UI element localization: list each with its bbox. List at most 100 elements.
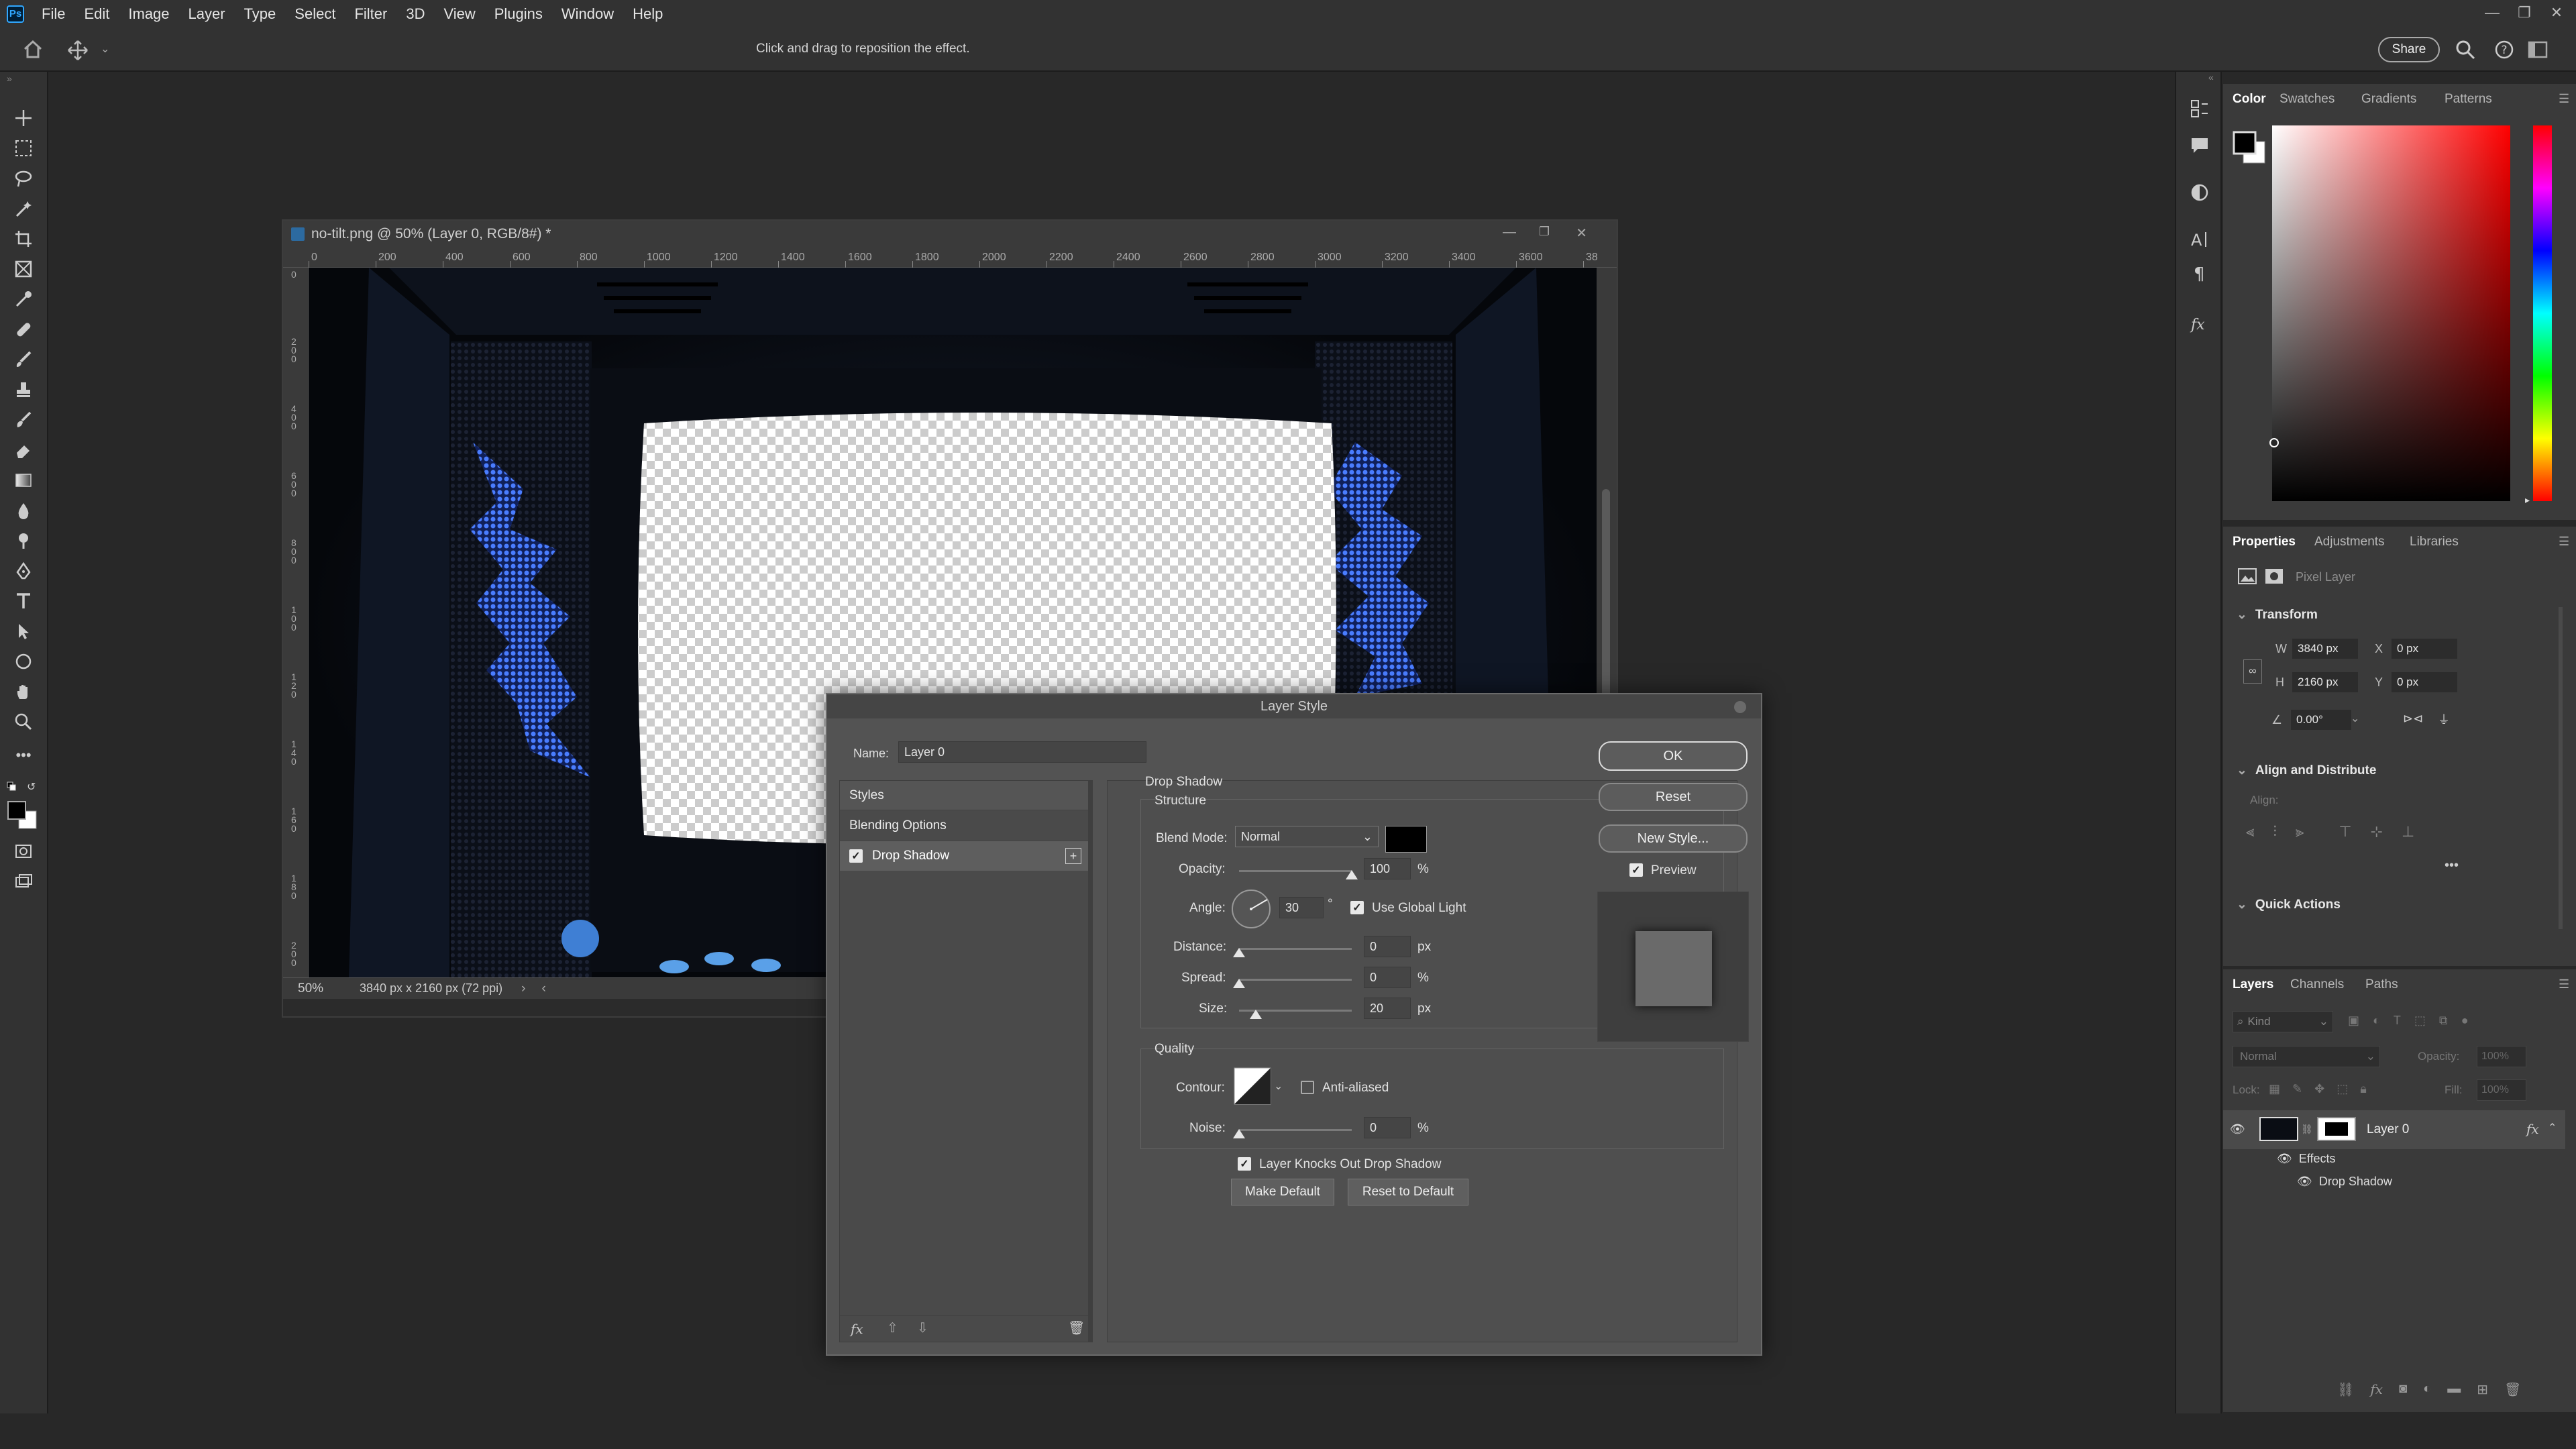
zoom-level[interactable]: 50% xyxy=(298,981,352,996)
history-icon[interactable] xyxy=(2190,99,2210,119)
chain-link-icon[interactable]: ⛓︎ xyxy=(2301,1124,2313,1135)
align-bottom-icon[interactable]: ⊥ xyxy=(2402,823,2414,841)
filter-shape-icon[interactable]: ⬚ xyxy=(2414,1014,2426,1028)
hue-slider[interactable] xyxy=(2533,125,2552,501)
dialog-title-bar[interactable]: Layer Style xyxy=(827,694,1761,718)
layer-fill-input[interactable]: 100% xyxy=(2477,1079,2526,1101)
move-tool-icon[interactable] xyxy=(12,107,35,129)
spread-slider-thumb[interactable] xyxy=(1233,979,1245,988)
anti-aliased-checkbox[interactable] xyxy=(1301,1081,1314,1094)
color-swatches-icon[interactable] xyxy=(7,800,40,830)
menu-plugins[interactable]: Plugins xyxy=(485,5,552,23)
menu-edit[interactable]: Edit xyxy=(74,5,119,23)
tab-libraries[interactable]: Libraries xyxy=(2410,535,2459,549)
tab-properties[interactable]: Properties xyxy=(2233,535,2296,549)
noise-slider-thumb[interactable] xyxy=(1233,1129,1245,1138)
panel-menu-icon[interactable]: ☰ xyxy=(2559,977,2569,991)
menu-image[interactable]: Image xyxy=(119,5,178,23)
gradient-tool-icon[interactable] xyxy=(12,469,35,492)
size-slider-thumb[interactable] xyxy=(1250,1010,1262,1019)
global-light-checkbox[interactable]: ✓ xyxy=(1350,901,1364,914)
history-brush-tool-icon[interactable] xyxy=(12,409,35,431)
filter-kind-select[interactable]: ⌕ Kind ⌄ xyxy=(2233,1011,2333,1032)
path-selection-tool-icon[interactable] xyxy=(12,620,35,643)
new-group-icon[interactable]: ▬ xyxy=(2447,1381,2461,1398)
eyedropper-tool-icon[interactable] xyxy=(12,288,35,311)
lock-all-icon[interactable]: 🔒︎ xyxy=(2360,1082,2367,1096)
transform-section-header[interactable]: ⌄ Transform xyxy=(2237,607,2318,623)
menu-select[interactable]: Select xyxy=(285,5,345,23)
panel-menu-icon[interactable]: ☰ xyxy=(2559,535,2569,549)
properties-scrollbar[interactable] xyxy=(2559,607,2563,929)
default-colors-icon[interactable] xyxy=(7,782,16,791)
distance-slider[interactable] xyxy=(1239,948,1352,950)
healing-brush-tool-icon[interactable] xyxy=(12,318,35,341)
x-input[interactable]: 0 px xyxy=(2391,638,2458,659)
menu-3d[interactable]: 3D xyxy=(396,5,434,23)
comments-icon[interactable] xyxy=(2190,136,2210,156)
layer-name-input[interactable]: Layer 0 xyxy=(898,741,1146,763)
adjustment-layer-icon[interactable]: ◐ xyxy=(2423,1381,2431,1398)
delete-effect-icon[interactable]: 🗑︎ xyxy=(1068,1320,1085,1336)
screen-mode-icon[interactable] xyxy=(12,870,35,893)
hue-slider-thumb-icon[interactable]: ▸ xyxy=(2525,494,2530,506)
add-effect-icon[interactable]: + xyxy=(1065,848,1081,864)
chevron-down-icon[interactable]: ⌄ xyxy=(2351,712,2359,725)
link-layers-icon[interactable]: ⛓︎ xyxy=(2337,1381,2354,1398)
close-icon[interactable]: ✕ xyxy=(2540,1,2573,24)
new-layer-icon[interactable]: ⊞ xyxy=(2477,1381,2488,1398)
flip-horizontal-icon[interactable]: ⊳⊲ xyxy=(2403,712,2423,726)
swap-colors-icon[interactable]: ↺ xyxy=(27,780,36,794)
brush-tool-icon[interactable] xyxy=(12,348,35,371)
preview-checkbox[interactable]: ✓ xyxy=(1629,863,1643,877)
marquee-tool-icon[interactable] xyxy=(12,137,35,160)
help-icon[interactable]: ? xyxy=(2494,40,2514,60)
height-input[interactable]: 2160 px xyxy=(2292,672,2359,693)
home-icon[interactable] xyxy=(23,40,43,58)
distance-slider-thumb[interactable] xyxy=(1233,948,1245,957)
stamp-tool-icon[interactable] xyxy=(12,378,35,401)
flip-vertical-icon[interactable]: ⏚ xyxy=(2438,710,2450,728)
type-tool-icon[interactable] xyxy=(12,590,35,612)
styles-fx-icon[interactable]: fx xyxy=(2190,313,2210,333)
lock-pixels-icon[interactable]: ✎ xyxy=(2292,1082,2302,1096)
restore-icon[interactable]: ❐ xyxy=(1539,225,1550,239)
chevron-down-icon[interactable]: ⌄ xyxy=(1274,1079,1283,1093)
mask-thumbnail[interactable] xyxy=(2317,1117,2356,1141)
align-section-header[interactable]: ⌄ Align and Distribute xyxy=(2237,763,2376,778)
menu-help[interactable]: Help xyxy=(623,5,672,23)
tab-channels[interactable]: Channels xyxy=(2290,977,2344,992)
quick-mask-icon[interactable] xyxy=(12,840,35,863)
noise-input[interactable]: 0 xyxy=(1364,1117,1411,1138)
blending-options-item[interactable]: Blending Options xyxy=(840,811,1092,841)
layer-thumbnail[interactable] xyxy=(2259,1117,2298,1141)
share-button[interactable]: Share xyxy=(2378,37,2440,62)
distance-input[interactable]: 0 xyxy=(1364,936,1411,957)
tab-color[interactable]: Color xyxy=(2233,92,2266,107)
layer-fx-icon[interactable]: fx xyxy=(2526,1121,2539,1137)
menu-view[interactable]: View xyxy=(434,5,484,23)
delete-layer-icon[interactable]: 🗑︎ xyxy=(2504,1381,2521,1398)
more-options-icon[interactable]: ••• xyxy=(2445,858,2459,873)
drop-shadow-effect-row[interactable]: 👁︎ Drop Shadow xyxy=(2297,1175,2392,1189)
filter-type-icon[interactable]: T xyxy=(2394,1014,2401,1028)
link-icon[interactable]: ∞ xyxy=(2243,659,2262,684)
tab-layers[interactable]: Layers xyxy=(2233,977,2273,992)
menu-type[interactable]: Type xyxy=(235,5,286,23)
filter-toggle-icon[interactable]: ● xyxy=(2461,1014,2469,1028)
lock-position-icon[interactable]: ✥ xyxy=(2314,1082,2324,1096)
crop-tool-icon[interactable] xyxy=(12,227,35,250)
add-mask-icon[interactable]: ◙ xyxy=(2399,1381,2407,1398)
dodge-tool-icon[interactable] xyxy=(12,529,35,552)
lasso-tool-icon[interactable] xyxy=(12,167,35,190)
collapse-effects-icon[interactable]: ⌃ xyxy=(2548,1121,2557,1134)
tab-swatches[interactable]: Swatches xyxy=(2279,92,2334,107)
color-picker-handle[interactable] xyxy=(2269,438,2279,447)
more-tools-icon[interactable]: ••• xyxy=(12,744,35,767)
align-center-h-icon[interactable]: ⫶ xyxy=(2273,823,2277,841)
menu-window[interactable]: Window xyxy=(552,5,623,23)
spread-slider[interactable] xyxy=(1239,979,1352,981)
fg-bg-swatch-icon[interactable] xyxy=(2233,131,2267,166)
layer-name[interactable]: Layer 0 xyxy=(2367,1122,2409,1137)
noise-slider[interactable] xyxy=(1239,1129,1352,1131)
